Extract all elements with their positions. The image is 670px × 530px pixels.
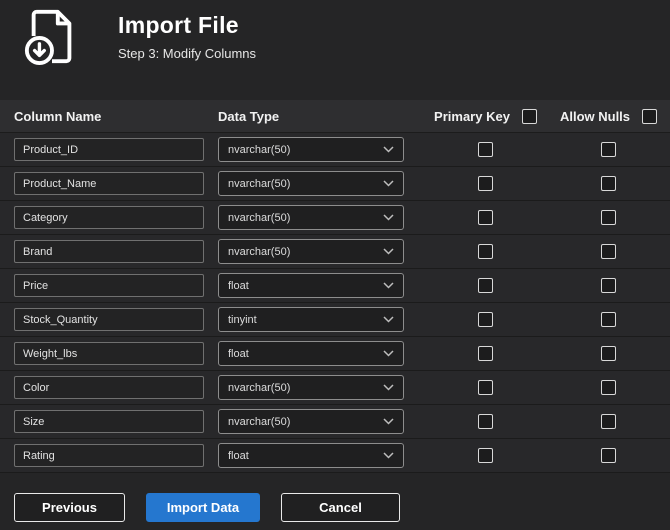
allow-nulls-checkbox[interactable] xyxy=(601,346,616,361)
data-type-value: tinyint xyxy=(228,313,257,326)
data-type-select[interactable]: tinyint xyxy=(218,307,404,332)
table-row: nvarchar(50) xyxy=(0,371,670,405)
data-type-select[interactable]: float xyxy=(218,273,404,298)
primary-key-checkbox[interactable] xyxy=(478,176,493,191)
allow-nulls-header-checkbox[interactable] xyxy=(642,108,658,124)
column-list: nvarchar(50) nvarchar(50) nvarchar(50) n… xyxy=(0,133,670,473)
data-type-select[interactable]: float xyxy=(218,341,404,366)
column-name-input[interactable] xyxy=(14,240,204,263)
chevron-down-icon xyxy=(383,384,394,391)
table-row: nvarchar(50) xyxy=(0,405,670,439)
column-name-input[interactable] xyxy=(14,410,204,433)
import-file-icon xyxy=(24,9,72,66)
table-row: nvarchar(50) xyxy=(0,235,670,269)
table-row: float xyxy=(0,269,670,303)
data-type-select[interactable]: nvarchar(50) xyxy=(218,409,404,434)
column-name-input[interactable] xyxy=(14,342,204,365)
primary-key-checkbox[interactable] xyxy=(478,380,493,395)
primary-key-checkbox[interactable] xyxy=(478,244,493,259)
chevron-down-icon xyxy=(383,452,394,459)
allow-nulls-checkbox[interactable] xyxy=(601,244,616,259)
column-name-input[interactable] xyxy=(14,444,204,467)
data-type-select[interactable]: nvarchar(50) xyxy=(218,239,404,264)
primary-key-header-checkbox[interactable] xyxy=(521,108,537,124)
column-name-input[interactable] xyxy=(14,308,204,331)
chevron-down-icon xyxy=(383,316,394,323)
header-text: Import File Step 3: Modify Columns xyxy=(118,8,256,61)
chevron-down-icon xyxy=(383,418,394,425)
table-row: nvarchar(50) xyxy=(0,133,670,167)
data-type-header: Data Type xyxy=(218,108,280,124)
data-type-value: float xyxy=(228,279,249,292)
column-name-input[interactable] xyxy=(14,172,204,195)
data-type-value: float xyxy=(228,449,249,462)
column-name-input[interactable] xyxy=(14,274,204,297)
data-type-value: nvarchar(50) xyxy=(228,381,291,394)
primary-key-checkbox[interactable] xyxy=(478,448,493,463)
data-type-select[interactable]: nvarchar(50) xyxy=(218,375,404,400)
allow-nulls-checkbox[interactable] xyxy=(601,448,616,463)
previous-button[interactable]: Previous xyxy=(14,493,125,522)
allow-nulls-checkbox[interactable] xyxy=(601,380,616,395)
primary-key-checkbox[interactable] xyxy=(478,278,493,293)
chevron-down-icon xyxy=(383,146,394,153)
primary-key-header-label: Primary Key xyxy=(434,108,510,124)
chevron-down-icon xyxy=(383,248,394,255)
data-type-select[interactable]: nvarchar(50) xyxy=(218,205,404,230)
table-header: Column Name Data Type Primary Key Allow … xyxy=(0,100,670,133)
data-type-select[interactable]: nvarchar(50) xyxy=(218,137,404,162)
chevron-down-icon xyxy=(383,282,394,289)
table-row: float xyxy=(0,337,670,371)
column-name-input[interactable] xyxy=(14,206,204,229)
table-row: nvarchar(50) xyxy=(0,201,670,235)
column-name-input[interactable] xyxy=(14,138,204,161)
page-subtitle: Step 3: Modify Columns xyxy=(118,46,257,61)
data-type-value: float xyxy=(228,347,249,360)
column-name-header: Column Name xyxy=(14,108,102,124)
primary-key-checkbox[interactable] xyxy=(478,210,493,225)
data-type-value: nvarchar(50) xyxy=(228,415,291,428)
allow-nulls-checkbox[interactable] xyxy=(601,142,616,157)
data-type-value: nvarchar(50) xyxy=(228,211,291,224)
dialog-footer: Previous Import Data Cancel xyxy=(0,473,670,522)
primary-key-checkbox[interactable] xyxy=(478,142,493,157)
import-data-button[interactable]: Import Data xyxy=(146,493,260,522)
primary-key-header: Primary Key xyxy=(424,108,547,124)
allow-nulls-checkbox[interactable] xyxy=(601,210,616,225)
allow-nulls-checkbox[interactable] xyxy=(601,176,616,191)
allow-nulls-header-label: Allow Nulls xyxy=(559,108,631,124)
primary-key-checkbox[interactable] xyxy=(478,346,493,361)
allow-nulls-checkbox[interactable] xyxy=(601,278,616,293)
table-row: float xyxy=(0,439,670,473)
data-type-select[interactable]: nvarchar(50) xyxy=(218,171,404,196)
allow-nulls-checkbox[interactable] xyxy=(601,414,616,429)
table-row: nvarchar(50) xyxy=(0,167,670,201)
chevron-down-icon xyxy=(383,214,394,221)
allow-nulls-header: Allow Nulls xyxy=(547,108,670,124)
primary-key-checkbox[interactable] xyxy=(478,414,493,429)
column-name-input[interactable] xyxy=(14,376,204,399)
data-type-value: nvarchar(50) xyxy=(228,245,291,258)
page-title: Import File xyxy=(118,12,239,38)
allow-nulls-checkbox[interactable] xyxy=(601,312,616,327)
primary-key-checkbox[interactable] xyxy=(478,312,493,327)
chevron-down-icon xyxy=(383,350,394,357)
table-row: tinyint xyxy=(0,303,670,337)
dialog-header: Import File Step 3: Modify Columns xyxy=(0,0,670,66)
data-type-value: nvarchar(50) xyxy=(228,177,291,190)
chevron-down-icon xyxy=(383,180,394,187)
data-type-value: nvarchar(50) xyxy=(228,143,291,156)
data-type-select[interactable]: float xyxy=(218,443,404,468)
cancel-button[interactable]: Cancel xyxy=(281,493,400,522)
